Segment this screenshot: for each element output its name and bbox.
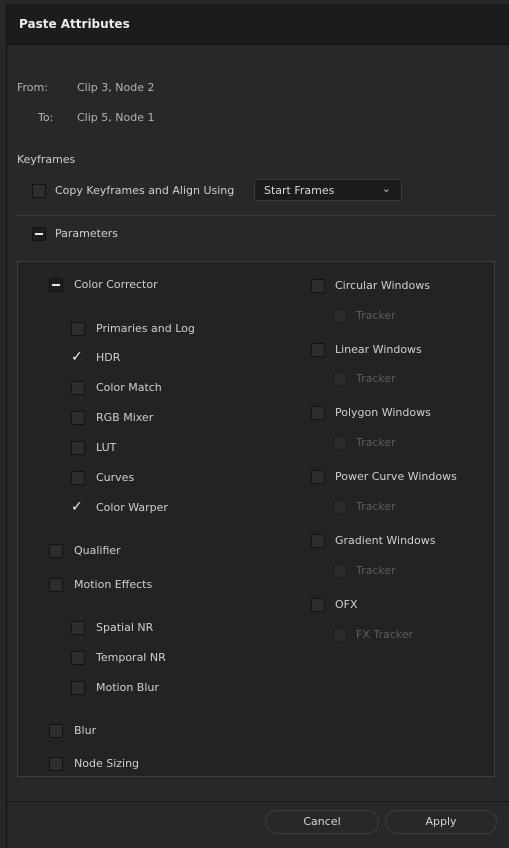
gradient-tracker-label: Tracker [356, 564, 396, 577]
to-value: Clip 5, Node 1 [77, 111, 155, 124]
spatial-nr-label: Spatial NR [96, 621, 154, 634]
curves-label: Curves [96, 471, 135, 484]
curves-checkbox[interactable] [71, 471, 85, 485]
hdr-label: HDR [96, 351, 121, 364]
keyframes-divider [17, 215, 495, 216]
motion-blur-checkbox[interactable] [71, 681, 85, 695]
motion-effects-checkbox[interactable] [49, 578, 63, 592]
qualifier-label: Qualifier [74, 544, 121, 557]
copy-keyframes-label: Copy Keyframes and Align Using [55, 184, 235, 197]
fx-tracker-label: FX Tracker [356, 628, 414, 641]
color-match-label: Color Match [96, 381, 162, 394]
primaries-and-log-checkbox[interactable] [71, 322, 85, 336]
blur-checkbox[interactable] [49, 724, 63, 738]
polygon-tracker-label: Tracker [356, 436, 396, 449]
color-warper-label: Color Warper [96, 501, 168, 514]
circular-tracker-checkbox [333, 309, 347, 323]
node-sizing-label: Node Sizing [74, 757, 140, 770]
align-using-value: Start Frames [264, 184, 335, 197]
color-corrector-label: Color Corrector [74, 278, 158, 291]
to-label: To: [38, 111, 54, 124]
from-label: From: [17, 81, 48, 94]
motion-effects-label: Motion Effects [74, 578, 153, 591]
spatial-nr-checkbox[interactable] [71, 621, 85, 635]
circular-windows-label: Circular Windows [335, 279, 430, 292]
primaries-and-log-label: Primaries and Log [96, 322, 195, 335]
lut-checkbox[interactable] [71, 441, 85, 455]
temporal-nr-label: Temporal NR [96, 651, 166, 664]
parameters-panel [17, 261, 495, 777]
gradient-tracker-checkbox [333, 564, 347, 578]
rgb-mixer-checkbox[interactable] [71, 411, 85, 425]
ofx-label: OFX [335, 598, 358, 611]
color-corrector-checkbox[interactable] [49, 278, 63, 292]
lut-label: LUT [96, 441, 117, 454]
polygon-tracker-checkbox [333, 436, 347, 450]
qualifier-checkbox[interactable] [49, 544, 63, 558]
checkmark-icon: ✓ [71, 349, 83, 365]
motion-blur-label: Motion Blur [96, 681, 159, 694]
parameters-label: Parameters [55, 227, 118, 240]
power-curve-windows-label: Power Curve Windows [335, 470, 457, 483]
align-using-dropdown[interactable]: Start Frames ⌄ [254, 179, 402, 201]
paste-attributes-dialog: Paste Attributes From: Clip 3, Node 2 To… [6, 4, 509, 848]
polygon-windows-checkbox[interactable] [311, 406, 325, 420]
gradient-windows-label: Gradient Windows [335, 534, 436, 547]
hdr-checkbox[interactable]: ✓ [71, 350, 83, 364]
linear-tracker-checkbox [333, 372, 347, 386]
linear-windows-checkbox[interactable] [311, 343, 325, 357]
copy-keyframes-checkbox[interactable] [32, 184, 46, 198]
chevron-down-icon: ⌄ [381, 182, 391, 195]
cancel-button[interactable]: Cancel [265, 810, 379, 834]
color-warper-checkbox[interactable]: ✓ [71, 500, 83, 514]
linear-windows-label: Linear Windows [335, 343, 422, 356]
footer-divider [7, 801, 509, 802]
rgb-mixer-label: RGB Mixer [96, 411, 154, 424]
blur-label: Blur [74, 724, 97, 737]
power-curve-tracker-label: Tracker [356, 500, 396, 513]
linear-tracker-label: Tracker [356, 372, 396, 385]
gradient-windows-checkbox[interactable] [311, 534, 325, 548]
apply-button[interactable]: Apply [385, 810, 497, 834]
circular-windows-checkbox[interactable] [311, 279, 325, 293]
circular-tracker-label: Tracker [356, 309, 396, 322]
keyframes-heading: Keyframes [17, 153, 76, 166]
title-bar: Paste Attributes [7, 4, 509, 45]
checkmark-icon: ✓ [71, 499, 83, 515]
power-curve-windows-checkbox[interactable] [311, 470, 325, 484]
ofx-checkbox[interactable] [311, 598, 325, 612]
temporal-nr-checkbox[interactable] [71, 651, 85, 665]
fx-tracker-checkbox [333, 628, 347, 642]
node-sizing-checkbox[interactable] [49, 757, 63, 771]
from-value: Clip 3, Node 2 [77, 81, 155, 94]
power-curve-tracker-checkbox [333, 500, 347, 514]
polygon-windows-label: Polygon Windows [335, 406, 431, 419]
parameters-checkbox[interactable] [32, 227, 46, 241]
dialog-title: Paste Attributes [19, 17, 130, 31]
color-match-checkbox[interactable] [71, 381, 85, 395]
